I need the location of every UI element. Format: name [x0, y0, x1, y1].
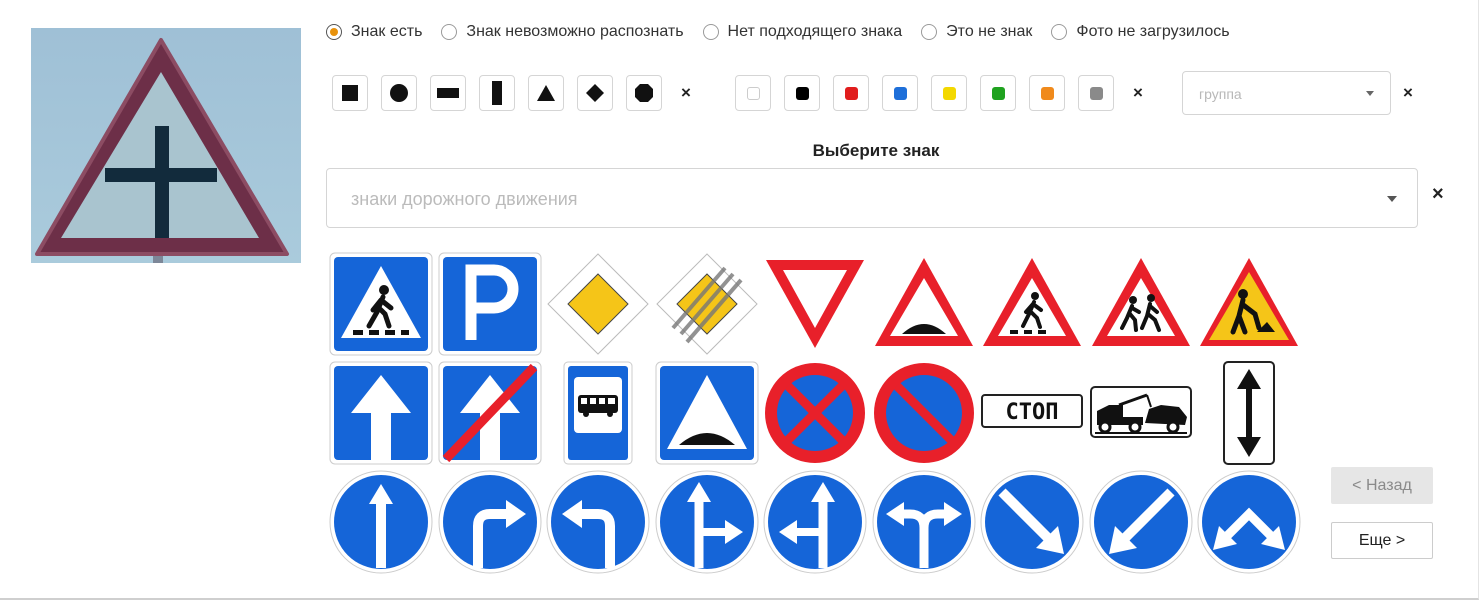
- sign-no-parking[interactable]: [872, 361, 976, 465]
- red-swatch-icon: [844, 86, 858, 100]
- group-select-placeholder: группа: [1199, 86, 1242, 102]
- clear-color-filter-button[interactable]: ×: [1133, 84, 1143, 101]
- radio-label: Фото не загрузилось: [1076, 23, 1230, 40]
- color-filter-yellow[interactable]: [931, 75, 967, 111]
- status-radio-group: Знак есть Знак невозможно распознать Нет…: [326, 20, 1249, 44]
- sign-end-of-main-road[interactable]: [655, 252, 759, 356]
- radio-not-a-sign[interactable]: Это не знак: [921, 23, 1032, 41]
- sign-keep-right[interactable]: [980, 470, 1084, 574]
- wide-rectangle-icon: [437, 88, 459, 98]
- select-sign-title: Выберите знак: [812, 141, 940, 160]
- sign-speed-bump-warning[interactable]: [872, 252, 976, 356]
- clear-sign-button[interactable]: ×: [1432, 184, 1444, 204]
- color-filter-orange[interactable]: [1029, 75, 1065, 111]
- sign-select[interactable]: знаки дорожного движения: [326, 168, 1418, 228]
- group-select[interactable]: группа: [1182, 71, 1391, 115]
- shape-filter-square[interactable]: [332, 75, 368, 111]
- octagon-icon: [635, 84, 653, 102]
- sign-one-way-road[interactable]: [329, 361, 433, 465]
- more-button[interactable]: Еще >: [1331, 522, 1433, 559]
- color-filter-white[interactable]: [735, 75, 771, 111]
- color-filter-green[interactable]: [980, 75, 1016, 111]
- sign-two-way-traffic-board[interactable]: [1197, 361, 1301, 465]
- sign-keep-left[interactable]: [1089, 470, 1193, 574]
- chevron-down-icon: [1366, 91, 1374, 96]
- sign-speed-bump[interactable]: [655, 361, 759, 465]
- sign-give-way[interactable]: [763, 252, 867, 356]
- sign-photo: [31, 28, 301, 263]
- chevron-down-icon: [1387, 196, 1397, 202]
- sign-end-of-one-way-road[interactable]: [438, 361, 542, 465]
- sign-bus-stop[interactable]: [546, 361, 650, 465]
- sign-parking[interactable]: [438, 252, 542, 356]
- sign-pass-either-side[interactable]: [1197, 470, 1301, 574]
- shape-filter-octagon[interactable]: [626, 75, 662, 111]
- sign-tow-truck[interactable]: [1089, 361, 1193, 465]
- shape-filter-tall-rectangle[interactable]: [479, 75, 515, 111]
- radio-label: Знак есть: [351, 23, 423, 40]
- circle-icon: [390, 84, 408, 102]
- clear-shape-filter-button[interactable]: ×: [681, 84, 691, 101]
- sign-pedestrian-crossing[interactable]: [329, 252, 433, 356]
- triangle-icon: [537, 85, 555, 101]
- blue-swatch-icon: [893, 86, 907, 100]
- radio-indicator: [702, 24, 719, 40]
- sign-select-placeholder: знаки дорожного движения: [351, 189, 578, 209]
- radio-label: Знак невозможно распознать: [466, 23, 684, 40]
- clear-group-button[interactable]: ×: [1403, 84, 1413, 101]
- radio-unrecognizable[interactable]: Знак невозможно распознать: [441, 23, 684, 41]
- sign-left-or-right[interactable]: [872, 470, 976, 574]
- color-filter-red[interactable]: [833, 75, 869, 111]
- black-swatch-icon: [795, 86, 809, 100]
- shape-filter-triangle[interactable]: [528, 75, 564, 111]
- radio-indicator: [441, 24, 458, 40]
- sign-road-works[interactable]: [1197, 252, 1301, 356]
- sign-turn-right-only[interactable]: [438, 470, 542, 574]
- radio-indicator: [326, 24, 342, 40]
- stop-line-text: СТОП: [1006, 400, 1059, 425]
- color-filter-blue[interactable]: [882, 75, 918, 111]
- color-filter-black[interactable]: [784, 75, 820, 111]
- shape-filter-wide-rectangle[interactable]: [430, 75, 466, 111]
- tall-rectangle-icon: [492, 81, 502, 105]
- shape-filter-circle[interactable]: [381, 75, 417, 111]
- orange-swatch-icon: [1040, 86, 1054, 100]
- diamond-icon: [586, 84, 604, 102]
- sign-turn-left-only[interactable]: [546, 470, 650, 574]
- sign-ahead-or-right[interactable]: [655, 470, 759, 574]
- radio-label: Это не знак: [946, 23, 1033, 40]
- sign-stop-line[interactable]: СТОП: [980, 361, 1084, 465]
- sign-ahead-only[interactable]: [329, 470, 433, 574]
- radio-indicator: [921, 24, 938, 40]
- shape-filter-diamond[interactable]: [577, 75, 613, 111]
- green-swatch-icon: [991, 86, 1005, 100]
- yellow-swatch-icon: [942, 86, 956, 100]
- radio-label: Нет подходящего знака: [727, 23, 903, 40]
- gray-swatch-icon: [1089, 86, 1103, 100]
- color-filter-gray[interactable]: [1078, 75, 1114, 111]
- sign-children-warning[interactable]: [1089, 252, 1193, 356]
- radio-sign-present[interactable]: Знак есть: [326, 23, 422, 41]
- square-icon: [342, 85, 358, 101]
- sign-pedestrians-warning[interactable]: [980, 252, 1084, 356]
- radio-no-matching-sign[interactable]: Нет подходящего знака: [702, 23, 903, 41]
- sign-ahead-or-left[interactable]: [763, 470, 867, 574]
- radio-photo-not-loaded[interactable]: Фото не загрузилось: [1051, 23, 1230, 41]
- sign-main-road[interactable]: [546, 252, 650, 356]
- white-swatch-icon: [746, 86, 760, 100]
- radio-indicator: [1051, 24, 1068, 40]
- sign-no-stopping[interactable]: [763, 361, 867, 465]
- back-button[interactable]: < Назад: [1331, 467, 1433, 504]
